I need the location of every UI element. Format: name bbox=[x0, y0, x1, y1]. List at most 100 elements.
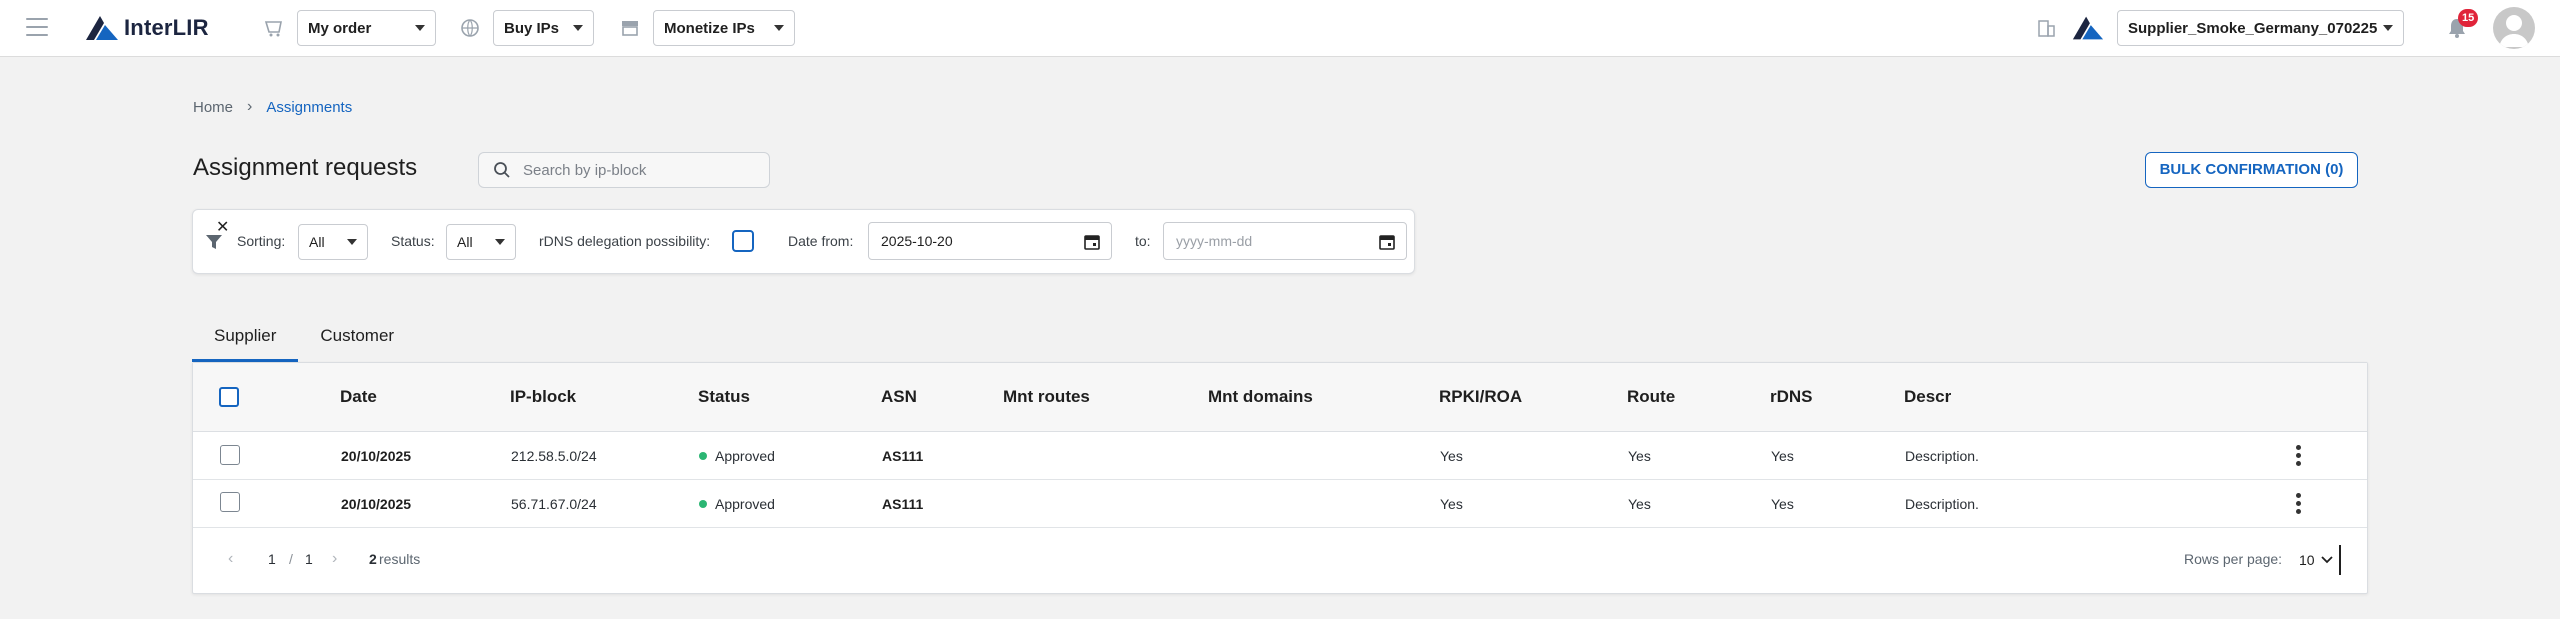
rows-per-page-label: Rows per page: bbox=[2184, 551, 2283, 567]
cell-date: 20/10/2025 bbox=[341, 448, 412, 464]
column-header-asn[interactable]: ASN bbox=[881, 387, 917, 407]
avatar[interactable] bbox=[2493, 7, 2535, 49]
table-header: Date IP-block Status ASN Mnt routes Mnt … bbox=[193, 363, 2367, 432]
cell-descr: Description. bbox=[1905, 496, 1979, 512]
cell-asn: AS111 bbox=[882, 448, 924, 464]
cell-rdns: Yes bbox=[1771, 496, 1794, 512]
buy-ips-dropdown[interactable]: Buy IPs bbox=[493, 10, 594, 46]
column-header-rpki-roa[interactable]: RPKI/ROA bbox=[1439, 387, 1522, 407]
globe-icon bbox=[461, 19, 479, 37]
row-actions-kebab-icon[interactable] bbox=[2296, 445, 2302, 467]
tab-supplier[interactable]: Supplier bbox=[192, 318, 299, 362]
table-row[interactable]: 20/10/2025 212.58.5.0/24 Approved AS111 … bbox=[193, 432, 2367, 480]
status-value: All bbox=[457, 234, 473, 250]
buy-ips-label: Buy IPs bbox=[504, 19, 560, 37]
pagination: ‹ 1 / 1 › 2 results Rows per page: 10 bbox=[193, 538, 2367, 582]
monetize-ips-label: Monetize IPs bbox=[664, 19, 755, 37]
cell-rpki: Yes bbox=[1440, 448, 1463, 464]
row-actions-kebab-icon[interactable] bbox=[2296, 493, 2302, 515]
cart-icon bbox=[264, 21, 282, 37]
monetize-ips-dropdown[interactable]: Monetize IPs bbox=[653, 10, 795, 46]
sorting-select[interactable]: All bbox=[298, 224, 368, 260]
chevron-down-icon bbox=[774, 25, 784, 31]
column-header-ip-block[interactable]: IP-block bbox=[510, 387, 576, 407]
breadcrumb: Home › Assignments bbox=[193, 98, 352, 116]
search-icon bbox=[494, 162, 510, 178]
notification-badge: 15 bbox=[2458, 9, 2479, 27]
table-row[interactable]: 20/10/2025 56.71.67.0/24 Approved AS111 … bbox=[193, 480, 2367, 528]
total-pages: 1 bbox=[305, 551, 313, 567]
bulk-confirmation-button[interactable]: BULK CONFIRMATION (0) bbox=[2145, 152, 2358, 188]
rows-per-page-select[interactable]: 10 bbox=[2295, 545, 2341, 575]
filter-icon bbox=[206, 235, 222, 249]
sorting-value: All bbox=[309, 234, 325, 250]
results-count: 2 bbox=[369, 551, 377, 567]
account-dropdown[interactable]: Supplier_Smoke_Germany_070225 bbox=[2117, 10, 2404, 46]
cell-asn: AS111 bbox=[882, 496, 924, 512]
date-to-input[interactable]: yyyy-mm-dd bbox=[1163, 222, 1407, 260]
column-header-route[interactable]: Route bbox=[1627, 387, 1675, 407]
cell-status-text: Approved bbox=[715, 496, 775, 512]
status-dot bbox=[699, 500, 707, 509]
cell-rpki: Yes bbox=[1440, 496, 1463, 512]
date-from-value: 2025-10-20 bbox=[881, 233, 953, 249]
rows-per-page-value: 10 bbox=[2299, 552, 2315, 568]
column-header-mnt-domains[interactable]: Mnt domains bbox=[1208, 387, 1313, 407]
cell-status-text: Approved bbox=[715, 448, 775, 464]
chevron-down-icon bbox=[415, 25, 425, 31]
cell-route: Yes bbox=[1628, 448, 1651, 464]
cell-ip-block: 56.71.67.0/24 bbox=[511, 496, 597, 512]
top-navigation-bar: InterLIR My order Buy IPs Monetize IPs S… bbox=[0, 0, 2560, 57]
logo[interactable]: InterLIR bbox=[84, 13, 209, 43]
status-select[interactable]: All bbox=[446, 224, 516, 260]
page-title: Assignment requests bbox=[193, 154, 418, 181]
breadcrumb-home[interactable]: Home bbox=[193, 99, 233, 116]
my-order-label: My order bbox=[308, 19, 372, 37]
date-from-input[interactable]: 2025-10-20 bbox=[868, 222, 1112, 260]
date-to-placeholder: yyyy-mm-dd bbox=[1176, 233, 1253, 249]
chevron-down-icon bbox=[573, 25, 583, 31]
calendar-icon[interactable] bbox=[1083, 233, 1101, 251]
cell-route: Yes bbox=[1628, 496, 1651, 512]
date-from-label: Date from: bbox=[788, 233, 854, 249]
date-to-label: to: bbox=[1135, 233, 1151, 249]
current-page: 1 bbox=[268, 551, 276, 567]
column-header-status[interactable]: Status bbox=[698, 387, 750, 407]
cell-date: 20/10/2025 bbox=[341, 496, 412, 512]
cell-descr: Description. bbox=[1905, 448, 1979, 464]
chevron-down-icon bbox=[495, 239, 505, 245]
column-header-rdns[interactable]: rDNS bbox=[1770, 387, 1813, 407]
page-separator: / bbox=[289, 551, 293, 567]
logo-text: InterLIR bbox=[124, 15, 209, 40]
row-checkbox[interactable] bbox=[220, 492, 240, 512]
column-header-date[interactable]: Date bbox=[340, 387, 377, 407]
account-logo-icon bbox=[2072, 16, 2104, 40]
breadcrumb-current[interactable]: Assignments bbox=[266, 99, 352, 116]
menu-icon[interactable] bbox=[26, 18, 48, 38]
cell-rdns: Yes bbox=[1771, 448, 1794, 464]
chevron-down-icon bbox=[2320, 556, 2333, 564]
next-page-icon[interactable]: › bbox=[332, 550, 337, 568]
results-label: results bbox=[379, 551, 421, 567]
cell-status: Approved bbox=[699, 448, 775, 464]
account-label: Supplier_Smoke_Germany_070225 bbox=[2128, 19, 2378, 37]
my-order-dropdown[interactable]: My order bbox=[297, 10, 436, 46]
column-header-mnt-routes[interactable]: Mnt routes bbox=[1003, 387, 1090, 407]
cell-ip-block: 212.58.5.0/24 bbox=[511, 448, 597, 464]
select-all-checkbox[interactable] bbox=[219, 387, 239, 407]
cell-status: Approved bbox=[699, 496, 775, 512]
search-input[interactable] bbox=[523, 161, 743, 179]
rdns-delegation-checkbox[interactable] bbox=[732, 230, 754, 252]
building-icon bbox=[2038, 20, 2055, 37]
rdns-delegation-label: rDNS delegation possibility: bbox=[539, 233, 711, 249]
previous-page-icon[interactable]: ‹ bbox=[228, 550, 233, 568]
chevron-down-icon bbox=[2383, 25, 2393, 31]
search-box bbox=[478, 152, 770, 188]
row-checkbox[interactable] bbox=[220, 445, 240, 465]
tab-customer[interactable]: Customer bbox=[298, 318, 416, 362]
tab-bar: Supplier Customer bbox=[192, 318, 416, 362]
calendar-icon[interactable] bbox=[1378, 233, 1396, 251]
breadcrumb-separator: › bbox=[247, 98, 253, 115]
column-header-descr[interactable]: Descr bbox=[1904, 387, 1951, 407]
status-dot bbox=[699, 452, 707, 461]
